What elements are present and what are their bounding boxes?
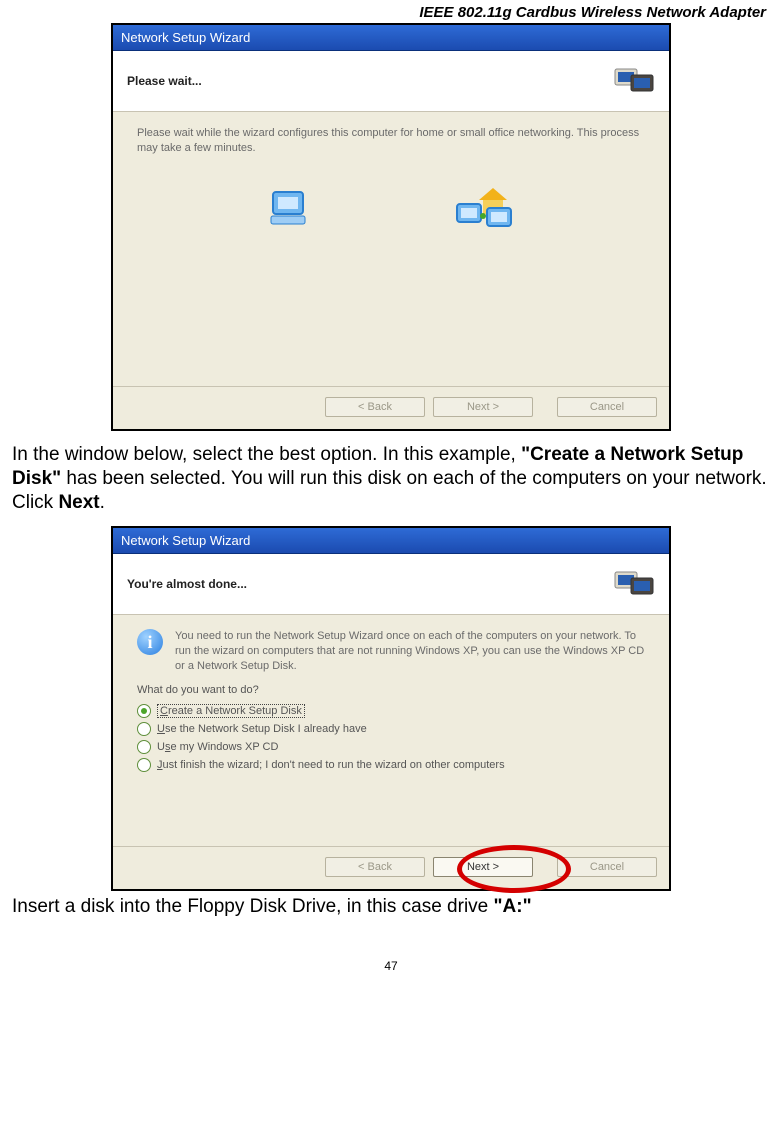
cancel-button[interactable]: Cancel: [557, 397, 657, 417]
wizard-please-wait: Network Setup Wizard Please wait... Plea…: [111, 23, 671, 431]
radio-icon[interactable]: [137, 740, 151, 754]
radio-option-0[interactable]: Create a Network Setup Disk: [137, 704, 645, 718]
wizard-subtitle: Please wait...: [127, 74, 202, 88]
wizard-subtitle: You're almost done...: [127, 577, 247, 591]
question-label: What do you want to do?: [137, 684, 645, 696]
wizard-almost-done: Network Setup Wizard You're almost done.…: [111, 526, 671, 891]
radio-label: Use the Network Setup Disk I already hav…: [157, 723, 367, 735]
radio-icon[interactable]: [137, 758, 151, 772]
network-icon: [613, 566, 655, 602]
network-icon: [613, 63, 655, 99]
info-text: You need to run the Network Setup Wizard…: [175, 629, 645, 674]
next-button[interactable]: Next >: [433, 397, 533, 417]
page-number: 47: [12, 959, 770, 973]
radio-option-3[interactable]: Just finish the wizard; I don't need to …: [137, 758, 645, 772]
instruction-paragraph-1: In the window below, select the best opt…: [12, 443, 770, 514]
back-button[interactable]: < Back: [325, 397, 425, 417]
radio-label: Just finish the wizard; I don't need to …: [157, 759, 505, 771]
page-header: IEEE 802.11g Cardbus Wireless Network Ad…: [12, 4, 766, 21]
computer-icon: [265, 186, 313, 237]
wizard-description: Please wait while the wizard configures …: [137, 126, 645, 156]
next-button[interactable]: Next >: [433, 857, 533, 877]
back-button[interactable]: < Back: [325, 857, 425, 877]
radio-label: Create a Network Setup Disk: [157, 704, 305, 718]
instruction-paragraph-2: Insert a disk into the Floppy Disk Drive…: [12, 895, 770, 919]
cancel-button[interactable]: Cancel: [557, 857, 657, 877]
radio-option-2[interactable]: Use my Windows XP CD: [137, 740, 645, 754]
radio-label: Use my Windows XP CD: [157, 741, 278, 753]
radio-icon[interactable]: [137, 704, 151, 718]
window-title: Network Setup Wizard: [113, 528, 669, 554]
radio-option-1[interactable]: Use the Network Setup Disk I already hav…: [137, 722, 645, 736]
network-home-icon: [453, 186, 517, 237]
window-title: Network Setup Wizard: [113, 25, 669, 51]
info-icon: i: [137, 629, 163, 655]
radio-icon[interactable]: [137, 722, 151, 736]
